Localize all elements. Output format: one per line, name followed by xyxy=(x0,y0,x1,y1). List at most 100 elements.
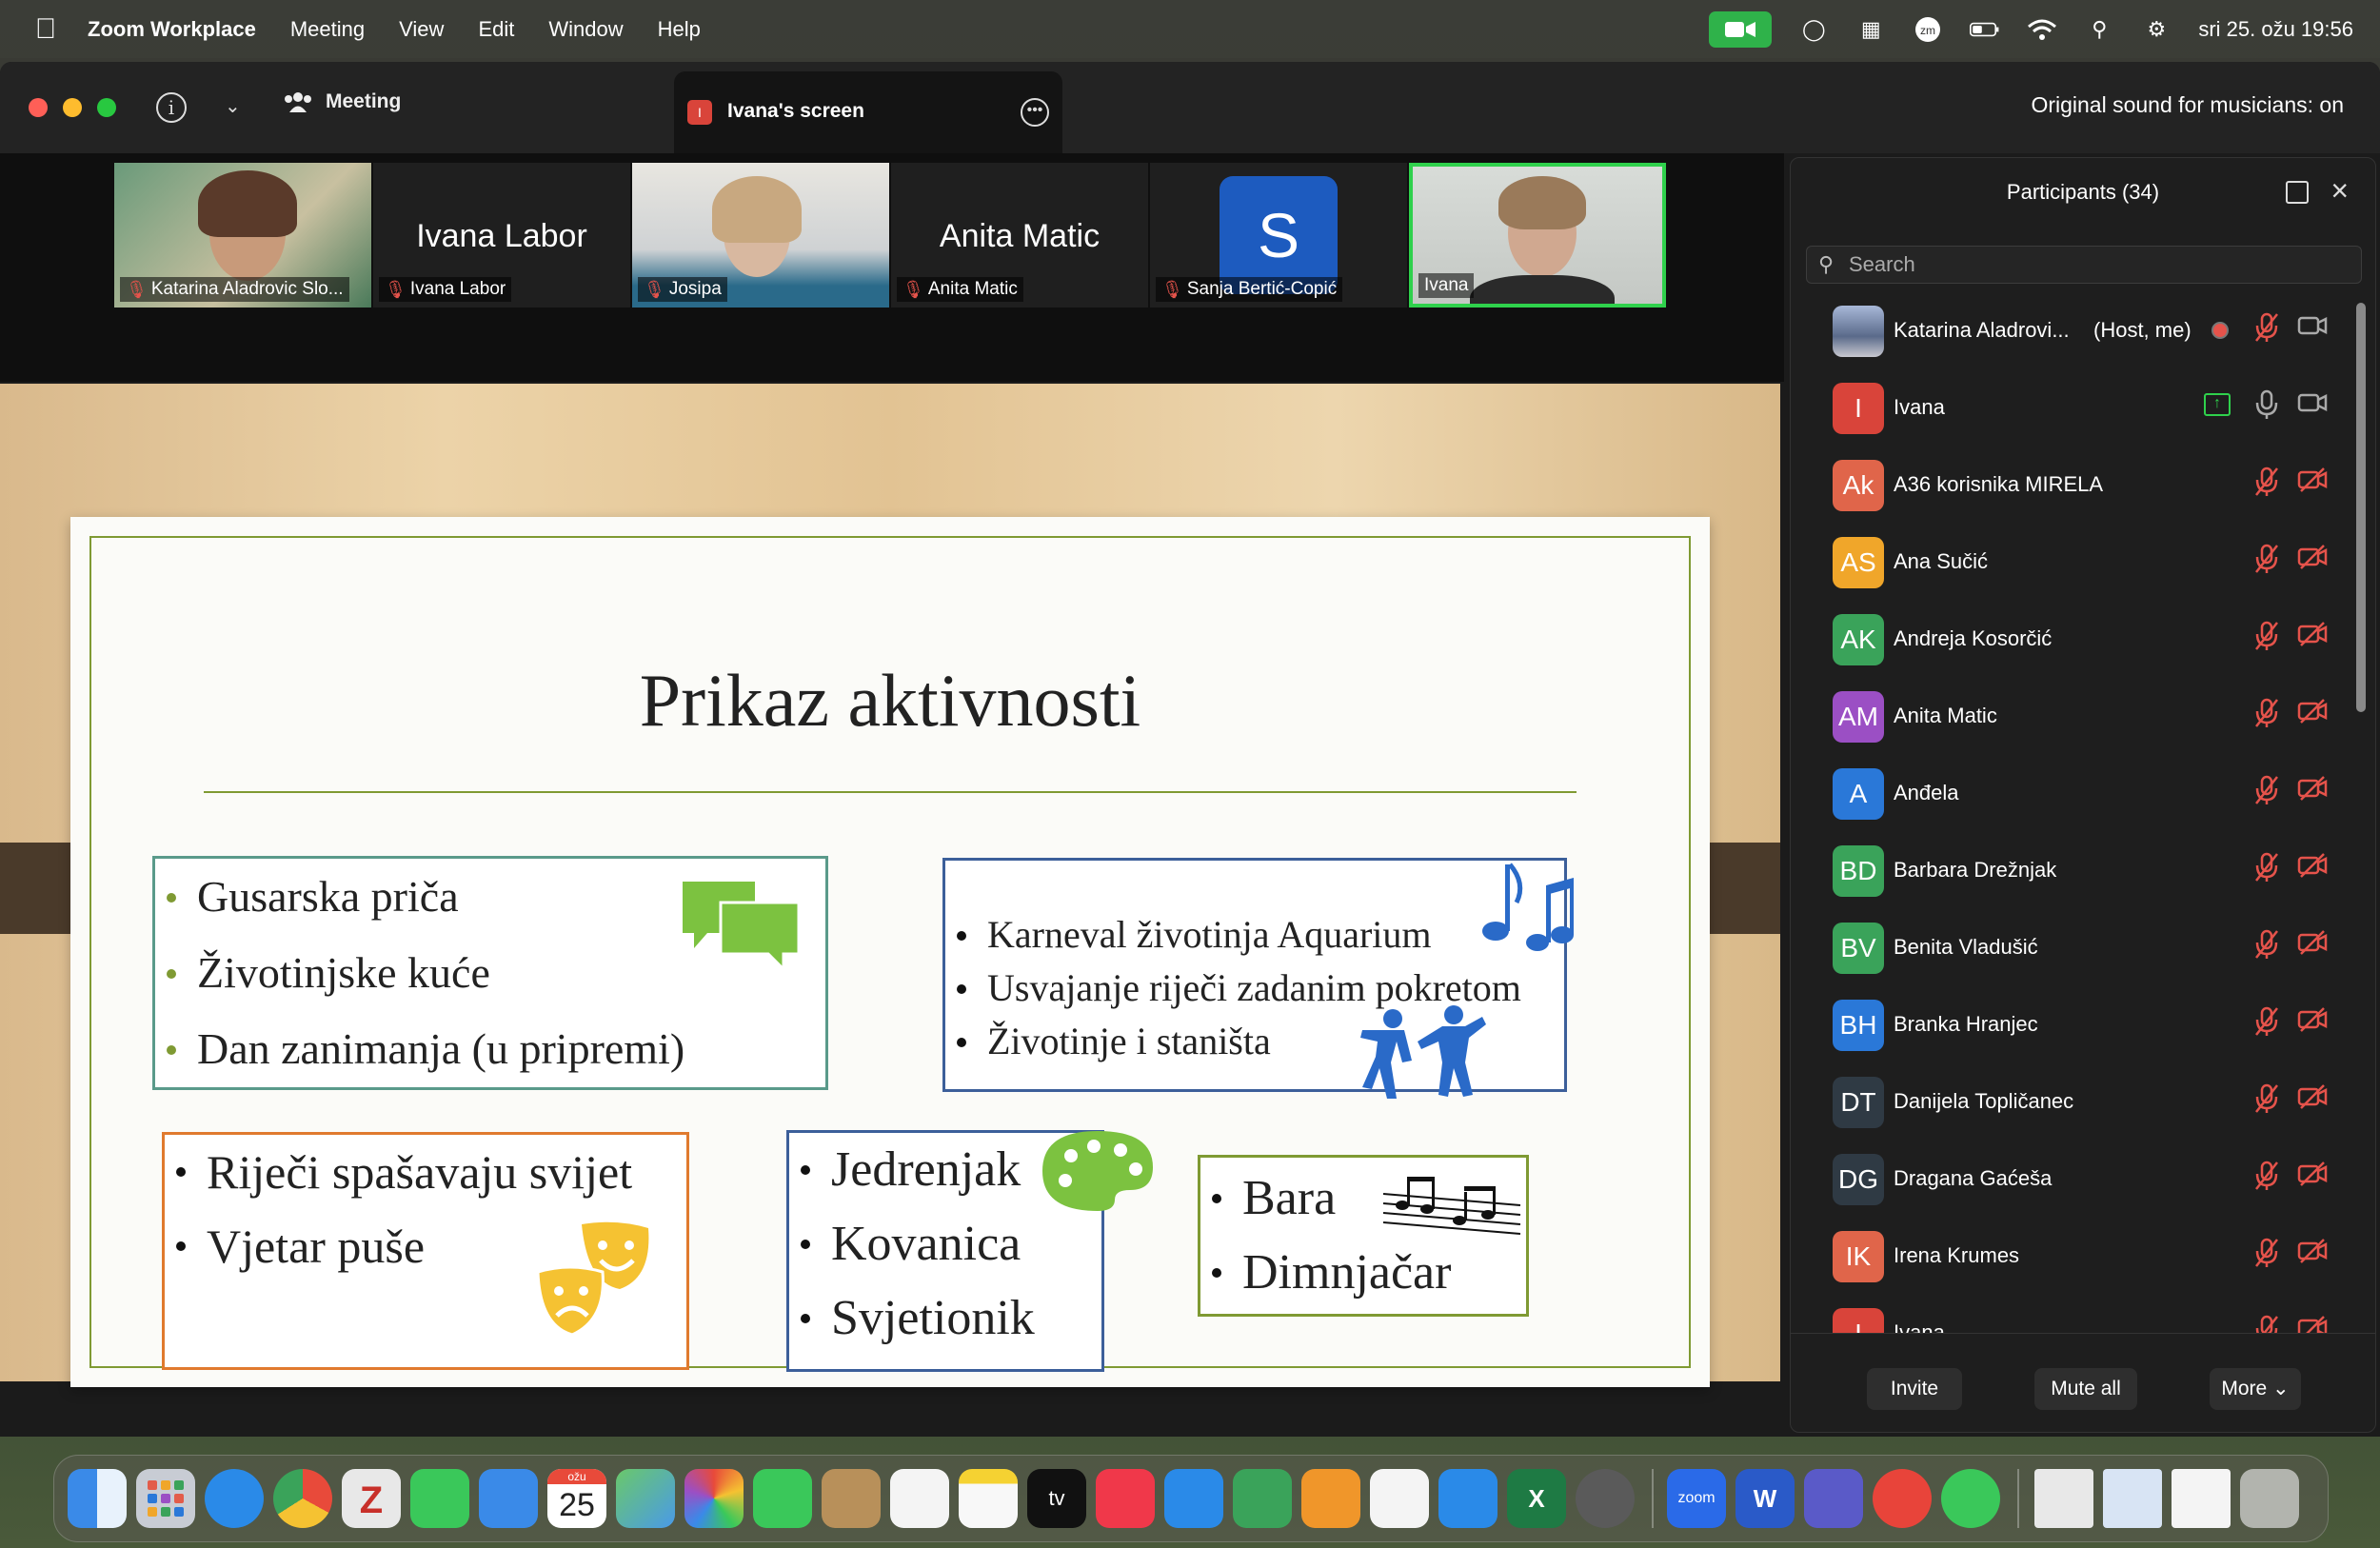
whatsapp-icon[interactable] xyxy=(1941,1469,2000,1528)
video-icon[interactable] xyxy=(2295,389,2330,424)
mic-muted-icon[interactable] xyxy=(2250,775,2284,809)
control-center-icon[interactable]: ⚙ xyxy=(2141,14,2172,45)
keynote-icon[interactable] xyxy=(1164,1469,1223,1528)
reminders-icon[interactable] xyxy=(890,1469,949,1528)
calendar-icon[interactable]: ožu 25 xyxy=(547,1469,606,1528)
control-icon[interactable]: ▦ xyxy=(1855,14,1886,45)
menu-window[interactable]: Window xyxy=(548,17,623,42)
chrome-icon[interactable] xyxy=(273,1469,332,1528)
participant-row[interactable]: Katarina Aladrovi... (Host, me) xyxy=(1791,293,2375,370)
video-off-icon[interactable] xyxy=(2295,852,2330,886)
menu-edit[interactable]: Edit xyxy=(478,17,514,42)
finder-icon[interactable] xyxy=(68,1469,127,1528)
original-sound-status[interactable]: Original sound for musicians: on xyxy=(2031,92,2344,118)
mic-muted-icon[interactable] xyxy=(2250,1161,2284,1195)
video-off-icon[interactable] xyxy=(2295,544,2330,578)
video-off-icon[interactable] xyxy=(2295,775,2330,809)
participant-row[interactable]: AK Andreja Kosorčić xyxy=(1791,602,2375,679)
participant-row[interactable]: Ak A36 korisnika MIRELA xyxy=(1791,447,2375,525)
mic-muted-icon[interactable] xyxy=(2250,1083,2284,1118)
shared-screen[interactable]: Prikaz aktivnosti Gusarska priča Životin… xyxy=(0,384,1780,1387)
close-icon[interactable]: × xyxy=(2330,173,2349,208)
app-store-icon[interactable] xyxy=(1438,1469,1497,1528)
video-tile-katarina[interactable]: 🎙 Katarina Aladrovic Slo... xyxy=(114,163,371,308)
photos-icon[interactable] xyxy=(684,1469,744,1528)
mic-muted-icon[interactable] xyxy=(2250,621,2284,655)
participant-row[interactable]: I Ivana xyxy=(1791,1296,2375,1333)
mic-muted-icon[interactable] xyxy=(2250,544,2284,578)
contacts-icon[interactable] xyxy=(822,1469,881,1528)
more-button[interactable]: More ⌄ xyxy=(2210,1368,2301,1410)
participant-row[interactable]: IK Irena Krumes xyxy=(1791,1219,2375,1296)
mic-muted-icon[interactable] xyxy=(2250,312,2284,347)
notes-icon[interactable] xyxy=(959,1469,1018,1528)
word-icon[interactable]: W xyxy=(1735,1469,1795,1528)
pop-out-icon[interactable] xyxy=(2286,181,2309,204)
video-tile-anita-matic[interactable]: Anita Matic 🎙 Anita Matic xyxy=(891,163,1148,308)
menu-app-name[interactable]: Zoom Workplace xyxy=(88,17,256,42)
battery-icon[interactable] xyxy=(1970,14,2000,45)
video-off-icon[interactable] xyxy=(2295,1315,2330,1333)
menu-meeting[interactable]: Meeting xyxy=(290,17,365,42)
apple-tv-icon[interactable]: tv xyxy=(1027,1469,1086,1528)
participant-row[interactable]: BD Barbara Drežnjak xyxy=(1791,833,2375,910)
participant-row[interactable]: AS Ana Sučić xyxy=(1791,525,2375,602)
close-window-button[interactable] xyxy=(29,98,48,117)
spotlight-search-icon[interactable]: ⚲ xyxy=(2084,14,2114,45)
mic-muted-icon[interactable] xyxy=(2250,698,2284,732)
video-off-icon[interactable] xyxy=(2295,466,2330,501)
chevron-down-icon[interactable]: ⌄ xyxy=(225,94,241,118)
mic-muted-icon[interactable] xyxy=(2250,852,2284,886)
video-off-icon[interactable] xyxy=(2295,1006,2330,1041)
recent-document-icon[interactable] xyxy=(2172,1469,2231,1528)
participant-list-scrollbar[interactable] xyxy=(2356,303,2366,712)
freeform-icon[interactable] xyxy=(1370,1469,1429,1528)
zoom-menu-icon[interactable]: zm xyxy=(1913,14,1943,45)
launchpad-icon[interactable] xyxy=(136,1469,195,1528)
teams-icon[interactable] xyxy=(1804,1469,1863,1528)
zotero-icon[interactable]: Z xyxy=(342,1469,401,1528)
screen-share-tab[interactable]: I Ivana's screen ••• xyxy=(674,71,1062,153)
participant-row[interactable]: DT Danijela Topličanec xyxy=(1791,1064,2375,1141)
recent-document-icon[interactable] xyxy=(2034,1469,2093,1528)
mute-all-button[interactable]: Mute all xyxy=(2034,1368,2137,1410)
screen-mirroring-icon[interactable]: ◯ xyxy=(1798,14,1829,45)
menu-help[interactable]: Help xyxy=(658,17,701,42)
participant-row[interactable]: DG Dragana Gaćeša xyxy=(1791,1141,2375,1219)
mic-muted-icon[interactable] xyxy=(2250,1315,2284,1333)
menu-view[interactable]: View xyxy=(399,17,444,42)
powerpoint-icon[interactable] xyxy=(1873,1469,1932,1528)
meeting-info-icon[interactable]: i xyxy=(156,92,187,123)
meeting-tab[interactable]: Meeting xyxy=(284,90,401,113)
menu-clock[interactable]: sri 25. ožu 19:56 xyxy=(2198,17,2353,42)
video-tile-sanja[interactable]: S 🎙 Sanja Bertić-Copić xyxy=(1150,163,1407,308)
video-off-icon[interactable] xyxy=(2295,929,2330,963)
trash-icon[interactable] xyxy=(2240,1469,2299,1528)
video-off-icon[interactable] xyxy=(2295,1238,2330,1272)
numbers-icon[interactable] xyxy=(1233,1469,1292,1528)
participant-row[interactable]: AM Anita Matic xyxy=(1791,679,2375,756)
music-icon[interactable] xyxy=(1096,1469,1155,1528)
more-options-icon[interactable]: ••• xyxy=(1021,98,1049,127)
participant-row[interactable]: BH Branka Hranjec xyxy=(1791,987,2375,1064)
video-tile-ivana-active-speaker[interactable]: Ivana xyxy=(1409,163,1666,308)
messages-icon[interactable] xyxy=(410,1469,469,1528)
minimize-window-button[interactable] xyxy=(63,98,82,117)
invite-button[interactable]: Invite xyxy=(1867,1368,1962,1410)
video-tile-josipa[interactable]: 🎙 Josipa xyxy=(632,163,889,308)
participant-list[interactable]: Katarina Aladrovi... (Host, me) I Ivana ↑ Ak A… xyxy=(1791,293,2375,1333)
mic-muted-icon[interactable] xyxy=(2250,466,2284,501)
facetime-icon[interactable] xyxy=(753,1469,812,1528)
pages-icon[interactable] xyxy=(1301,1469,1360,1528)
maps-icon[interactable] xyxy=(616,1469,675,1528)
recent-document-icon[interactable] xyxy=(2103,1469,2162,1528)
mic-muted-icon[interactable] xyxy=(2250,1006,2284,1041)
zoom-camera-status-icon[interactable] xyxy=(1709,10,1773,48)
mail-icon[interactable] xyxy=(479,1469,538,1528)
wifi-icon[interactable] xyxy=(2027,14,2057,45)
video-off-icon[interactable] xyxy=(2295,621,2330,655)
video-off-icon[interactable] xyxy=(2295,1161,2330,1195)
mic-muted-icon[interactable] xyxy=(2250,1238,2284,1272)
zoom-app-icon[interactable]: zoom xyxy=(1667,1469,1726,1528)
system-settings-icon[interactable] xyxy=(1576,1469,1635,1528)
